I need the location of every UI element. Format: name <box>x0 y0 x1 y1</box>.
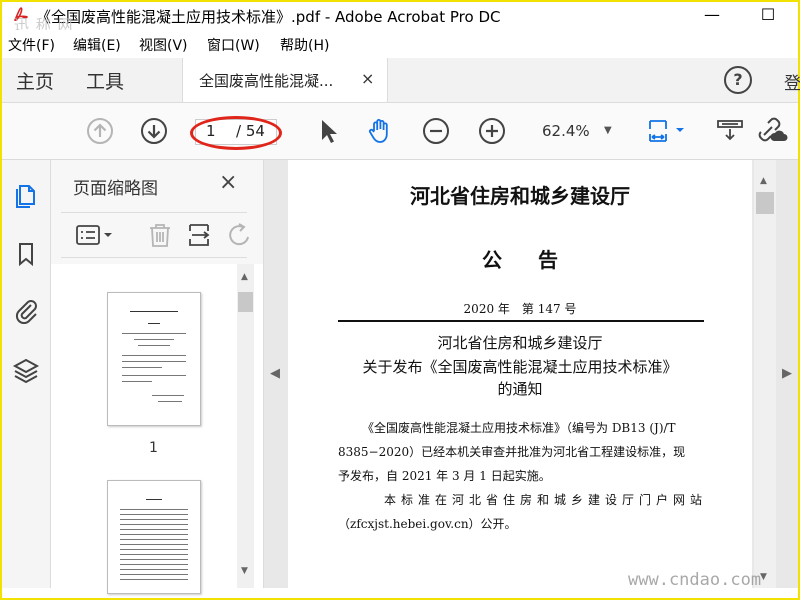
subtitle-line-2: 关于发布《全国废高性能混凝土应用技术标准》 <box>362 358 678 376</box>
window-title: 《全国废高性能混凝土应用技术标准》.pdf - Adobe Acrobat Pr… <box>36 8 501 26</box>
left-rail <box>2 160 51 588</box>
zoom-dropdown-icon[interactable]: ▼ <box>604 125 612 136</box>
arrow-up-circle-icon[interactable] <box>86 117 114 145</box>
subtitle-line-3: 的通知 <box>497 380 543 398</box>
document-heading: 河北省住房和城乡建设厅 <box>410 184 630 208</box>
paperclip-icon[interactable] <box>12 296 40 324</box>
thumbnail-page-number: 1 <box>149 440 158 456</box>
hand-icon[interactable] <box>366 117 394 145</box>
body-line-2: 8385−2020）已经本机关审查并批准为河北省工程建设标准，现 <box>338 445 686 459</box>
toolbar: 1 / 54 62.4% ▼ <box>2 103 798 160</box>
tab-bar: 主页 工具 全国废高性能混凝... × ? 登 <box>2 58 800 103</box>
tab-tools[interactable]: 工具 <box>86 67 124 94</box>
arrow-down-circle-icon[interactable] <box>140 117 168 145</box>
thumbnail-list: 1 ▲ ▼ <box>51 264 263 594</box>
select-cursor-icon[interactable] <box>314 117 342 145</box>
link-icon[interactable] <box>754 117 788 145</box>
menu-window[interactable]: 窗口(W) <box>207 35 260 55</box>
zoom-in-icon[interactable] <box>478 117 506 145</box>
panel-toolbar <box>61 212 249 258</box>
document-scrollbar[interactable]: ▲ ▼ <box>754 160 776 588</box>
delete-icon[interactable] <box>147 223 173 247</box>
bookmark-icon[interactable] <box>12 240 40 268</box>
body-line-1: 《全国废高性能混凝土应用技术标准》（编号为 DB13 (J)/T <box>362 421 676 435</box>
menu-edit[interactable]: 编辑(E) <box>73 35 121 55</box>
close-tab-icon[interactable]: × <box>361 69 374 88</box>
notice-number: 2020 年 第 147 号 <box>463 302 577 316</box>
page-thumbnails-icon[interactable] <box>12 180 40 208</box>
close-panel-icon[interactable]: × <box>219 170 237 195</box>
minimize-button[interactable]: — <box>692 2 732 28</box>
thumbnail-panel: 页面缩略图 × 1 ▲ ▼ <box>51 160 264 594</box>
notice-heading: 公告 <box>482 248 594 272</box>
insert-pages-icon[interactable] <box>187 223 213 247</box>
watermark-bottom-right: www.cndao.com <box>628 570 762 590</box>
menu-view[interactable]: 视图(V) <box>139 35 188 55</box>
page-thumbnail-2[interactable] <box>107 480 201 594</box>
scroll-mode-icon[interactable] <box>716 117 744 145</box>
zoom-out-icon[interactable] <box>422 117 450 145</box>
fit-page-icon[interactable] <box>646 117 688 145</box>
maximize-button[interactable]: ☐ <box>748 2 788 28</box>
document-viewer[interactable]: ◀ 河北省住房和城乡建设厅 公告 2020 年 第 147 号 河北省住房和城乡… <box>264 160 798 588</box>
pdf-page: 河北省住房和城乡建设厅 公告 2020 年 第 147 号 河北省住房和城乡建设… <box>288 160 752 588</box>
subtitle-line-1: 河北省住房和城乡建设厅 <box>437 334 603 352</box>
title-bar: 《全国废高性能混凝土应用技术标准》.pdf - Adobe Acrobat Pr… <box>2 2 798 28</box>
tab-document[interactable]: 全国废高性能混凝... × <box>182 58 388 102</box>
collapse-left-icon[interactable]: ◀ <box>270 366 280 381</box>
zoom-level[interactable]: 62.4% <box>542 122 590 140</box>
header-rule <box>338 320 704 322</box>
sign-in-link[interactable]: 登 <box>784 69 800 94</box>
page-number-highlight <box>190 116 282 150</box>
document-tab-label: 全国废高性能混凝... <box>199 72 334 90</box>
thumbnail-scrollbar[interactable]: ▲ ▼ <box>237 264 254 588</box>
rotate-icon[interactable] <box>229 223 251 247</box>
body-line-3: 予发布，自 2021 年 3 月 1 日起实施。 <box>338 469 551 483</box>
panel-title: 页面缩略图 <box>73 179 158 199</box>
body-line-4: 本标准在河北省住房和城乡建设厅门户网站 <box>384 493 708 507</box>
menu-help[interactable]: 帮助(H) <box>280 35 329 55</box>
menu-file[interactable]: 文件(F) <box>8 35 55 55</box>
body-line-5: （zfcxjst.hebei.gov.cn）公开。 <box>338 517 517 531</box>
help-icon[interactable]: ? <box>724 66 752 94</box>
tab-home[interactable]: 主页 <box>16 67 54 94</box>
page-thumbnail-1[interactable] <box>107 292 201 426</box>
collapse-right-icon[interactable]: ▶ <box>782 366 792 381</box>
menu-bar: 文件(F) 编辑(E) 视图(V) 窗口(W) 帮助(H) <box>2 30 798 56</box>
layers-icon[interactable] <box>12 356 40 384</box>
thumbnail-options-icon[interactable] <box>75 223 115 247</box>
